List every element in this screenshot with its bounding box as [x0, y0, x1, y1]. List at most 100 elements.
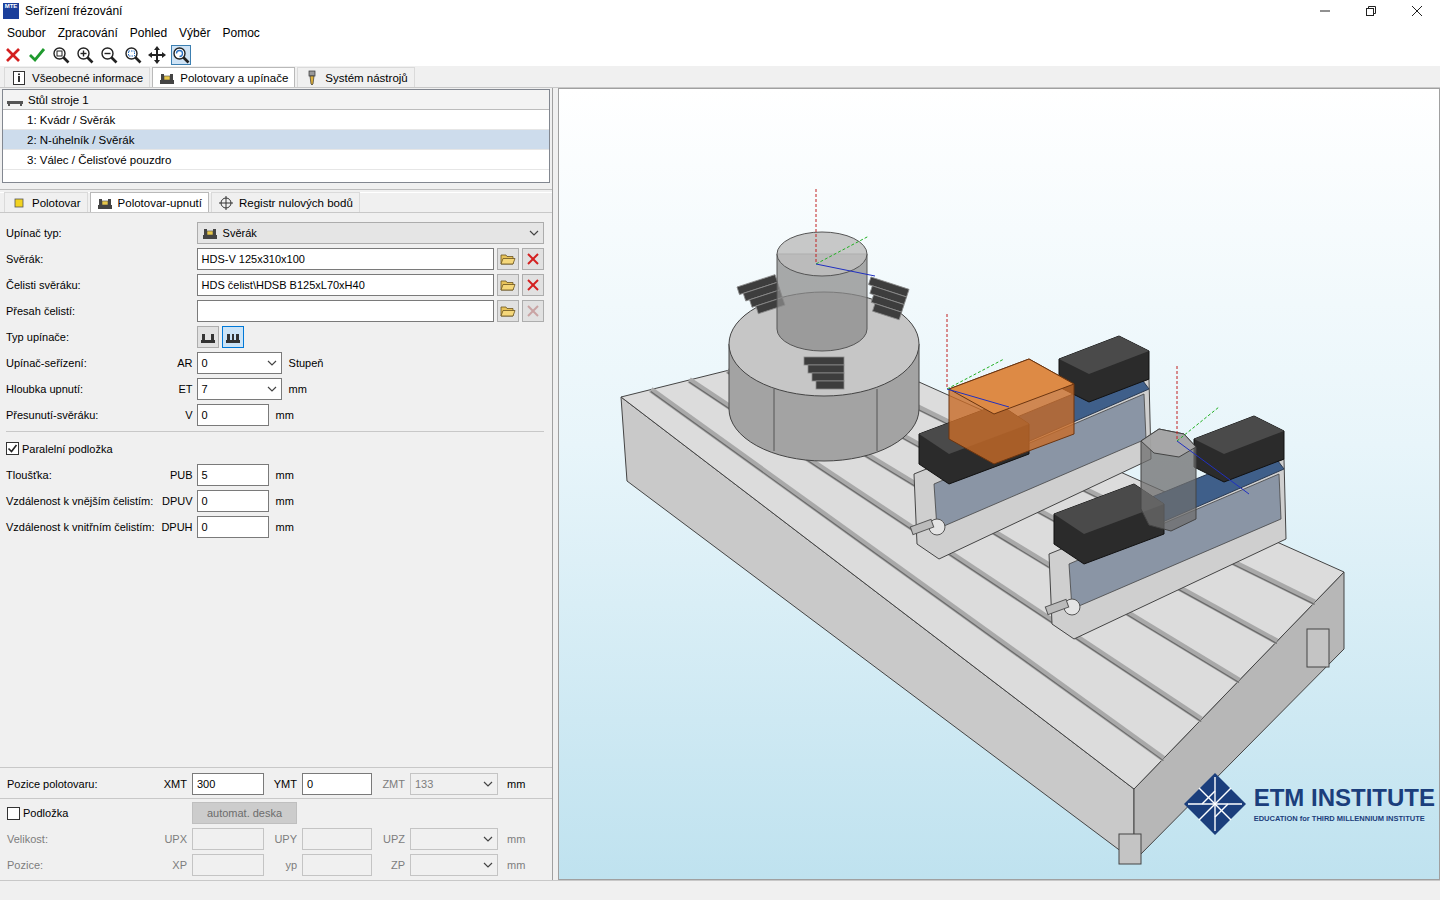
field-label: Pozice: [7, 854, 154, 877]
pad-checkbox[interactable]: Podložka [7, 807, 187, 820]
main-tab[interactable]: Systém nástrojů [297, 67, 414, 87]
close-button[interactable] [1394, 0, 1440, 22]
clear-button[interactable] [522, 248, 544, 270]
main-tab[interactable]: Všeobecné informace [4, 67, 150, 87]
browse-button[interactable] [497, 300, 519, 322]
status-bar [0, 880, 1440, 900]
tree-item[interactable]: 3: Válec / Čelisťové pouzdro [3, 150, 549, 170]
toolbar-button[interactable] [171, 45, 191, 65]
chevron-down-icon [483, 834, 493, 844]
vise-double-icon [225, 330, 241, 344]
toolbar-button[interactable] [123, 45, 143, 65]
logo-icon [1182, 771, 1248, 837]
checkbox[interactable] [7, 807, 20, 820]
clamp-type-button[interactable] [222, 326, 244, 348]
pad-field-row: Pozice:XPypZPmm [0, 852, 552, 878]
title-bar: MTE Seřízení frézování [0, 0, 1440, 22]
field-label: Hloubka upnutí: [6, 377, 155, 400]
rotate-icon [172, 46, 190, 64]
clamp-type-button[interactable] [197, 326, 219, 348]
field-code: YMT [269, 778, 297, 790]
file-field[interactable]: HDS čelist\HDSB B125xL70xH40 [197, 274, 494, 296]
toolbar-button[interactable] [147, 45, 167, 65]
fixture-icon [159, 70, 175, 86]
field-label: Velikost: [7, 828, 154, 851]
number-field[interactable]: 0 [197, 404, 269, 426]
window-title: Seřízení frézování [25, 4, 1302, 18]
number-field [302, 854, 372, 876]
unit-label: mm [507, 859, 525, 871]
confirm-icon [28, 46, 46, 64]
field-code: ZP [377, 859, 405, 871]
sub-tab[interactable]: Registr nulových bodů [211, 192, 360, 212]
folder-icon [500, 278, 516, 292]
file-field[interactable]: HDS-V 125x310x100 [197, 248, 494, 270]
number-field[interactable]: 5 [197, 464, 269, 486]
menu-item[interactable]: Zpracování [52, 26, 124, 40]
field-label: Typ upínače: [6, 325, 155, 348]
chevron-down-icon [529, 228, 539, 238]
auto-plate-button: automat. deska [192, 802, 297, 824]
clamping-form: Upínač typ:SvěrákSvěrák:HDS-V 125x310x10… [0, 213, 552, 767]
field-control: 7 mm [197, 378, 544, 400]
toolbar-button[interactable] [99, 45, 119, 65]
number-field[interactable]: 0 [197, 516, 269, 538]
logo-title: ETM INSTITUTE [1254, 785, 1435, 810]
sub-tab[interactable]: Polotovar [4, 192, 88, 212]
settings-panel: Stůl stroje 11: Kvádr / Svěrák2: N-úheln… [0, 88, 553, 880]
machine-table-icon [7, 94, 23, 106]
separator [0, 798, 552, 799]
field-code: V [159, 409, 193, 421]
unit-label: mm [289, 383, 307, 395]
logo: ETM INSTITUTEEDUCATION for THIRD MILLENN… [1182, 771, 1435, 837]
browse-button[interactable] [497, 274, 519, 296]
menu-item[interactable]: Pohled [124, 26, 173, 40]
file-field[interactable] [197, 300, 494, 322]
minimize-button[interactable] [1302, 0, 1348, 22]
cancel-icon [4, 46, 22, 64]
main-tab[interactable]: Polotovary a upínače [152, 67, 295, 87]
blank-icon [11, 195, 27, 211]
field-label: Vzdálenost k vnějším čelistím: [6, 489, 155, 512]
toolbar-button[interactable] [3, 45, 23, 65]
field-code: UPX [159, 833, 187, 845]
zoom-window-icon [124, 46, 142, 64]
clear-button[interactable] [522, 274, 544, 296]
field-control [197, 300, 544, 322]
number-field[interactable]: 0 [197, 490, 269, 512]
menu-item[interactable]: Pomoc [216, 26, 265, 40]
unit-label: mm [276, 521, 294, 533]
browse-button[interactable] [497, 248, 519, 270]
unit-label: Stupeň [289, 357, 324, 369]
folder-icon [500, 252, 516, 266]
number-field[interactable]: 300 [192, 773, 264, 795]
sub-tab[interactable]: Polotovar-upnutí [90, 192, 209, 212]
machine-scene[interactable] [559, 89, 1439, 879]
menu-item[interactable]: Výběr [173, 26, 216, 40]
combo-field[interactable]: 0 [197, 352, 282, 374]
tree-item[interactable]: 1: Kvádr / Svěrák [3, 110, 549, 130]
field-control [197, 326, 544, 348]
combo-field[interactable]: 7 [197, 378, 282, 400]
tree-root[interactable]: Stůl stroje 1 [3, 90, 549, 110]
field-label: Čelisti svěráku: [6, 273, 155, 296]
fixture-type-select[interactable]: Svěrák [197, 222, 544, 244]
3d-viewport[interactable]: ETM INSTITUTEEDUCATION for THIRD MILLENN… [558, 88, 1440, 880]
menu-item[interactable]: Soubor [1, 26, 52, 40]
toolbar-button[interactable] [27, 45, 47, 65]
number-field[interactable]: 0 [302, 773, 372, 795]
vise-single-icon [200, 330, 216, 344]
app-icon: MTE [3, 3, 19, 19]
combo-field: 133 [410, 773, 498, 795]
field-control: HDS čelist\HDSB B125xL70xH40 [197, 274, 544, 296]
toolbar-button[interactable] [51, 45, 71, 65]
restore-button[interactable] [1348, 0, 1394, 22]
field-code: PUB [159, 469, 193, 481]
toolbar-button[interactable] [75, 45, 95, 65]
combo-field [410, 828, 498, 850]
parallel-pad-checkbox[interactable]: Paralelní podložka [6, 437, 544, 460]
chuck-jaw [861, 277, 909, 320]
tree-item[interactable]: 2: N-úhelník / Svěrák [3, 130, 549, 150]
checkbox[interactable] [6, 442, 19, 455]
fixture-icon [97, 195, 113, 211]
